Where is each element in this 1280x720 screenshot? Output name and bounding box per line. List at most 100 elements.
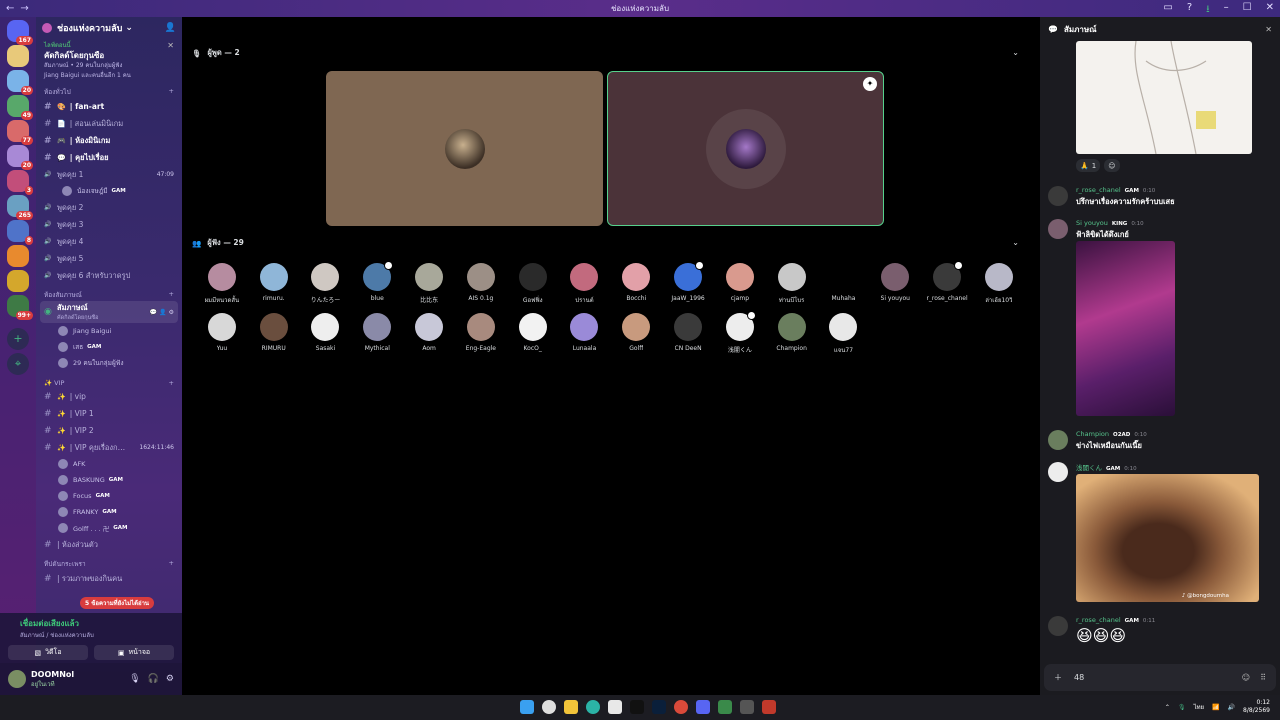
voice-channel[interactable]: 🔊 พูดคุย 6 สำหรับวาดรูป	[36, 267, 182, 284]
category-stage[interactable]: ทีปดันกระเพรา +	[36, 553, 182, 570]
server-icon[interactable]	[7, 245, 29, 267]
sketch-image[interactable]	[1076, 41, 1252, 154]
avatar[interactable]	[1048, 186, 1068, 206]
audience-member[interactable]: CN DeeN	[662, 313, 714, 360]
message-composer[interactable]: ＋ 48 ☺ ⠿	[1044, 664, 1276, 691]
audience-member[interactable]: r_rose_chanel	[921, 261, 973, 310]
audience-member[interactable]: Sasaki	[300, 313, 352, 360]
add-channel-icon[interactable]: +	[169, 87, 174, 97]
audience-member[interactable]: Eng-Eagle	[455, 313, 507, 360]
vip-channel[interactable]: # ✨ | VIP 1	[36, 405, 182, 422]
speaker-tile[interactable]: ✦	[607, 71, 884, 226]
voice-user[interactable]: AFK	[36, 456, 182, 472]
voice-status[interactable]: เชื่อมต่อเสียงแล้ว	[8, 617, 174, 630]
vip-channel[interactable]: # ✨ | vip	[36, 388, 182, 405]
audience-member[interactable]: 比比东	[403, 263, 455, 310]
server-icon[interactable]: 167	[7, 20, 33, 45]
audience-member[interactable]: ท่านบีโบร	[766, 263, 818, 310]
audience-member[interactable]: Golff	[610, 313, 662, 360]
message-author[interactable]: Si youyou	[1076, 219, 1108, 227]
channel-item[interactable]: # 💬 | คุยไปเรื่อย	[36, 149, 182, 166]
discord-icon[interactable]	[696, 700, 710, 714]
channel-item[interactable]: # 🎨 | fan-art	[36, 98, 182, 115]
avatar[interactable]	[1048, 616, 1068, 636]
stage-channel[interactable]: ◉ สัมภาษณ์ คัดกิลด์โดยกุนซือ 💬 👤 ⚙	[40, 301, 178, 323]
channel-item[interactable]: # 📄 | สอนเล่นมินิเกม	[36, 115, 182, 132]
gear-icon[interactable]: ⚙	[166, 674, 174, 684]
voice-user[interactable]: Focus GAM	[36, 488, 182, 504]
voice-channel[interactable]: 🔊 พูดคุย 5	[36, 250, 182, 267]
server-icon[interactable]: 99+	[7, 295, 33, 320]
speaker-tile[interactable]	[326, 71, 603, 226]
clock[interactable]: 0:12 8/8/2569	[1243, 699, 1270, 715]
audience-member[interactable]: Lunaala	[559, 313, 611, 360]
windows-start-icon[interactable]	[520, 700, 534, 714]
server-icon[interactable]	[7, 45, 29, 67]
audience-member[interactable]: Aom	[403, 313, 455, 360]
server-icon[interactable]: 265	[7, 195, 33, 220]
tiktok-icon[interactable]	[630, 700, 644, 714]
live-event[interactable]: ✕ ไลฟ์ตอนนี้ คัดกิลด์โดยกุนซือ สัมภาษณ์ …	[36, 39, 182, 83]
vip-channel[interactable]: # ✨ | VIP 2	[36, 422, 182, 439]
avatar[interactable]	[1048, 219, 1068, 239]
avatar[interactable]	[1048, 462, 1068, 482]
audience-member[interactable]: Mythical	[351, 313, 403, 360]
search-icon[interactable]	[542, 700, 556, 714]
audience-member[interactable]: RIMURU	[248, 313, 300, 360]
screen-share-button[interactable]: ▣ หน้าจอ	[94, 645, 174, 660]
category-interview[interactable]: ห้องสัมภาษณ์ +	[36, 284, 182, 301]
new-messages-pill[interactable]: 5 ข้อความที่ยังไม่ได้อ่าน	[80, 597, 155, 609]
server-icon[interactable]: 20	[7, 145, 33, 170]
stage-member[interactable]: 29 คนในกลุ่มผู้ฟัง	[36, 355, 182, 371]
category-general[interactable]: ห้องทั่วไป +	[36, 83, 182, 98]
audience-member[interactable]: Bocchi	[610, 263, 662, 310]
stage-member[interactable]: เสธ GAM	[36, 339, 182, 355]
message-author[interactable]: 浅闇くん	[1076, 464, 1102, 472]
audience-member[interactable]: cjamp	[714, 263, 766, 310]
audience-member[interactable]: blue	[351, 261, 403, 310]
add-channel-icon[interactable]: +	[169, 290, 174, 300]
recorder-icon[interactable]	[762, 700, 776, 714]
audience-member[interactable]: AIS 0.1g	[455, 263, 507, 310]
add-server-icon[interactable]: +	[7, 328, 29, 350]
audience-member[interactable]: Si youyou	[869, 263, 921, 310]
add-channel-icon[interactable]: +	[169, 379, 174, 387]
app-icon[interactable]	[740, 700, 754, 714]
dog-image[interactable]: ♪ @bongdoumha	[1076, 474, 1259, 602]
server-icon[interactable]: 20	[7, 70, 33, 95]
microphone-tray-icon[interactable]: 🎙	[1178, 704, 1186, 711]
store-icon[interactable]	[608, 700, 622, 714]
server-icon[interactable]: 77	[7, 120, 33, 145]
voice-channel[interactable]: 🔊 พูดคุย 4	[36, 233, 182, 250]
app-icon[interactable]	[718, 700, 732, 714]
edge-icon[interactable]	[586, 700, 600, 714]
audience-member[interactable]: Yuu	[196, 313, 248, 360]
avatar[interactable]	[8, 670, 26, 688]
video-button[interactable]: ▧ วิดีโอ	[8, 645, 88, 660]
channel-photos[interactable]: # | รวมภาพของกินคน	[36, 570, 182, 587]
audience-member[interactable]: りんたろー	[300, 263, 352, 310]
language-indicator[interactable]: ไทย	[1194, 702, 1205, 712]
reaction-pill[interactable]: 🙏 1	[1076, 159, 1101, 172]
message-author[interactable]: r_rose_chanel	[1076, 616, 1121, 624]
close-icon[interactable]: ✕	[167, 41, 174, 51]
chevron-up-icon[interactable]: ⌃	[1165, 704, 1170, 711]
add-channel-icon[interactable]: +	[169, 559, 174, 569]
fantasy-image[interactable]	[1076, 241, 1175, 416]
chrome-icon[interactable]	[674, 700, 688, 714]
audience-member[interactable]: 浅闇くん	[714, 311, 766, 360]
avatar[interactable]	[1048, 430, 1068, 450]
audience-member[interactable]: rimuru.	[248, 263, 300, 310]
audience-member[interactable]: ล่าเฮ้ย10วิ	[973, 263, 1025, 310]
wifi-icon[interactable]: 📶	[1212, 704, 1219, 711]
voice-user[interactable]: FRANKY GAM	[36, 504, 182, 520]
stage-member[interactable]: Jiang Baigui	[36, 323, 182, 339]
photoshop-icon[interactable]	[652, 700, 666, 714]
chevron-down-icon[interactable]: ⌄	[1012, 48, 1019, 57]
explore-icon[interactable]: ⌖	[7, 353, 29, 375]
apps-icon[interactable]: ⠿	[1260, 673, 1266, 682]
headphones-icon[interactable]: 🎧	[148, 674, 159, 684]
voice-channel[interactable]: 🔊 พูดคุย 2	[36, 199, 182, 216]
server-icon[interactable]	[7, 270, 29, 292]
channel-private[interactable]: # | ห้องส่วนตัว	[36, 536, 182, 553]
